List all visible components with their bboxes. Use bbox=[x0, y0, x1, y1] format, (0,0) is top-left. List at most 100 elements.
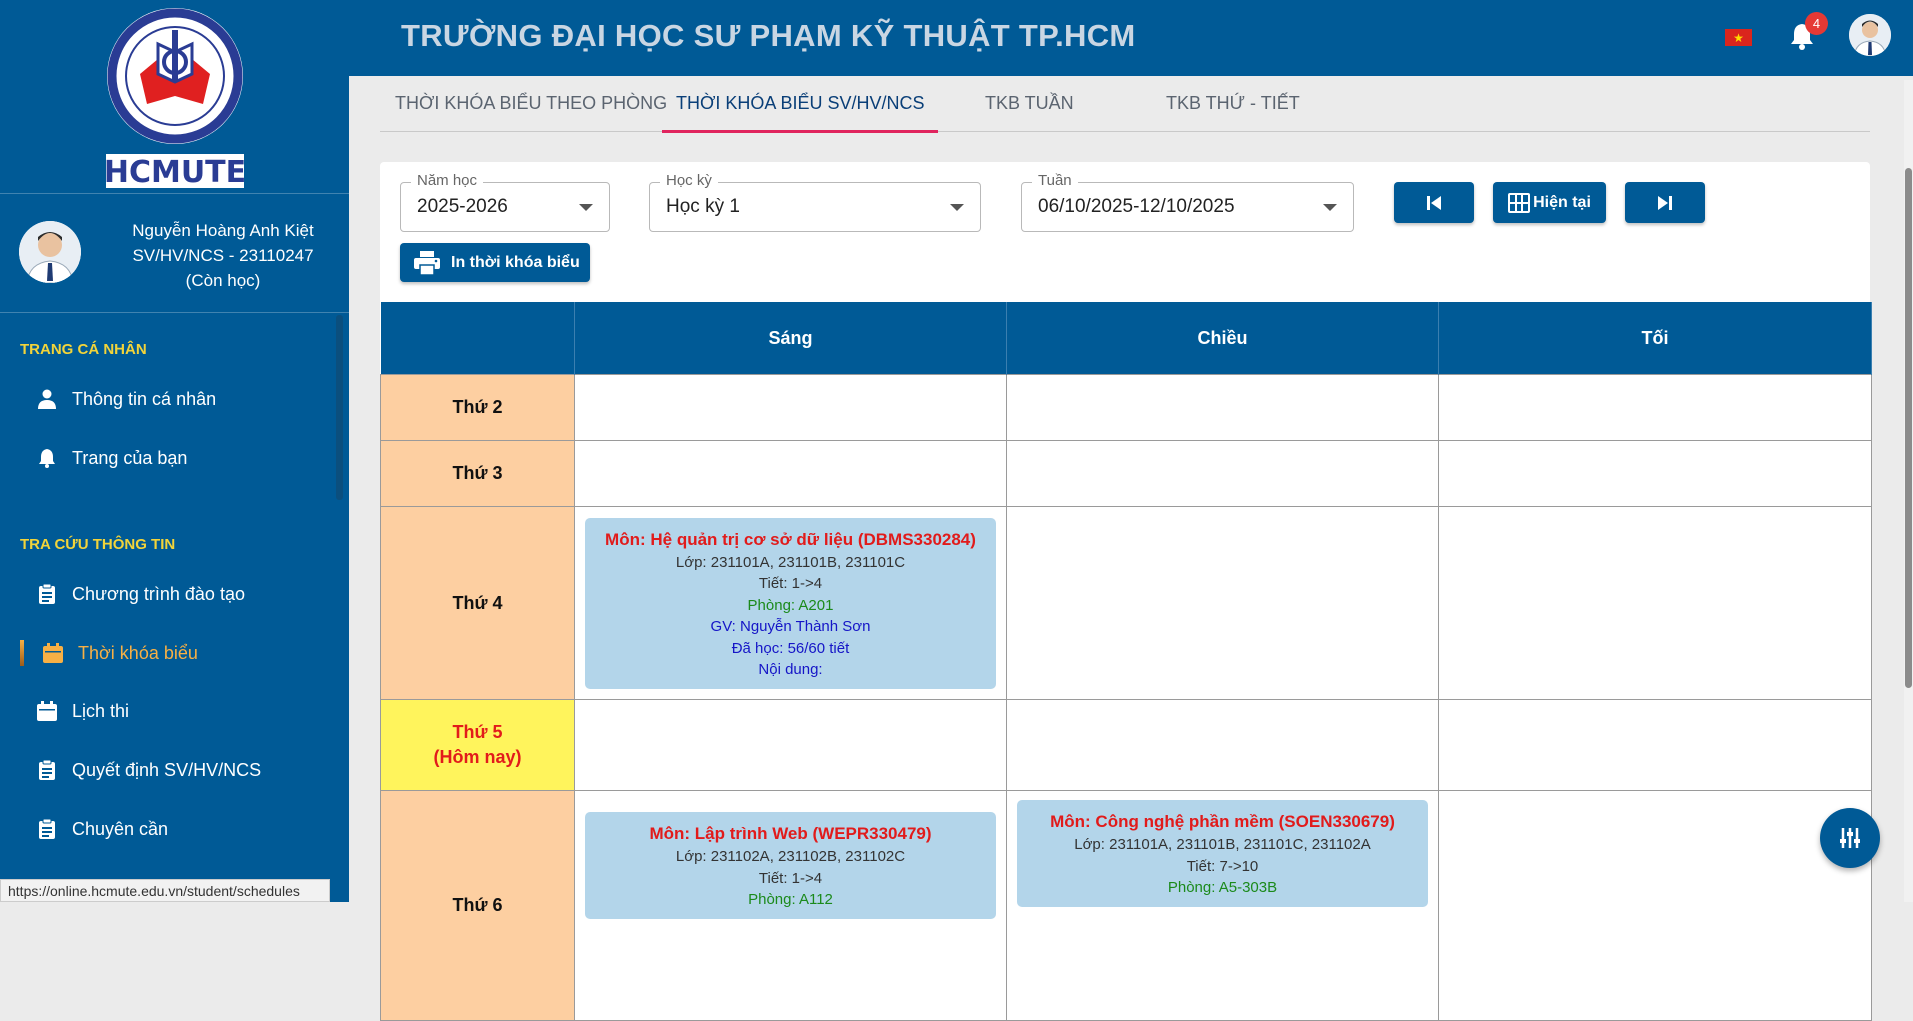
sidebar-item-timetable[interactable]: Thời khóa biểu bbox=[0, 630, 330, 676]
sidebar-item-training-program[interactable]: Chương trình đào tạo bbox=[0, 571, 330, 617]
section-title-personal: TRANG CÁ NHÂN bbox=[20, 341, 147, 358]
class-subject: Môn: Lập trình Web (WEPR330479) bbox=[649, 824, 932, 843]
today-label: (Hôm nay) bbox=[433, 747, 522, 767]
class-groups: Lớp: 231101A, 231101B, 231101C bbox=[675, 553, 906, 571]
sidebar: HCMUTE Nguyễn Hoàng Anh Kiệt SV/HV/NCS -… bbox=[0, 0, 349, 902]
field-value: 2025-2026 bbox=[417, 196, 508, 217]
sidebar-item-personal-info[interactable]: Thông tin cá nhân bbox=[0, 376, 330, 422]
tab-student-timetable[interactable]: THỜI KHÓA BIỂU SV/HV/NCS bbox=[662, 76, 939, 133]
field-label: Năm học bbox=[411, 172, 484, 189]
class-card[interactable]: Môn: Hệ quản trị cơ sở dữ liệu (DBMS3302… bbox=[585, 517, 996, 689]
active-tab-underline bbox=[662, 130, 939, 133]
sliders-icon bbox=[1840, 828, 1860, 848]
tab-week[interactable]: TKB TUẦN bbox=[985, 76, 1074, 131]
sidebar-item-exam-schedule[interactable]: Lịch thi bbox=[0, 688, 330, 734]
previous-week-button[interactable] bbox=[1394, 182, 1474, 223]
field-label: Học kỳ bbox=[660, 172, 718, 189]
day-label-today: Thứ 5 (Hôm nay) bbox=[380, 699, 575, 791]
user-avatar[interactable] bbox=[1849, 14, 1891, 56]
class-groups: Lớp: 231101A, 231101B, 231101C, 231102A bbox=[1074, 836, 1371, 853]
schedule-cell bbox=[574, 374, 1007, 441]
class-groups: Lớp: 231102A, 231102B, 231102C bbox=[675, 848, 906, 865]
printer-icon bbox=[414, 250, 440, 275]
table-row: Thứ 5 (Hôm nay) bbox=[380, 699, 1872, 791]
profile-name: Nguyễn Hoàng Anh Kiệt bbox=[132, 221, 314, 240]
profile-status: (Còn học) bbox=[185, 271, 261, 290]
chevron-down-icon bbox=[950, 204, 964, 211]
vietnam-flag-icon[interactable]: ★ bbox=[1725, 29, 1752, 46]
schedule-cell bbox=[574, 699, 1007, 791]
sidebar-item-label: Thông tin cá nhân bbox=[72, 388, 217, 409]
class-periods: Tiết: 1->4 bbox=[758, 575, 823, 592]
notification-badge: 4 bbox=[1805, 12, 1828, 35]
scrollbar-thumb[interactable] bbox=[1905, 168, 1912, 688]
tab-day-period[interactable]: TKB THỨ - TIẾT bbox=[1166, 76, 1300, 131]
print-timetable-button[interactable]: In thời khóa biểu bbox=[400, 243, 590, 282]
class-progress: Đã học: 56/60 tiết bbox=[731, 639, 850, 657]
tab-bar: THỜI KHÓA BIỂU THEO PHÒNG THỜI KHÓA BIỂU… bbox=[380, 76, 1870, 133]
class-room: Phòng: A201 bbox=[747, 596, 834, 614]
current-button-label: Hiện tại bbox=[1533, 193, 1591, 211]
sidebar-item-attendance[interactable]: Chuyên cần bbox=[0, 806, 330, 852]
page-scrollbar[interactable] bbox=[1904, 80, 1913, 902]
class-subject: Môn: Công nghệ phần mềm (SOEN330679) bbox=[1050, 812, 1395, 831]
tab-label: TKB THỨ - TIẾT bbox=[1166, 93, 1300, 113]
class-room: Phòng: A5-303B bbox=[1167, 879, 1278, 896]
schedule-cell bbox=[1006, 374, 1439, 441]
class-card[interactable]: Môn: Lập trình Web (WEPR330479) Lớp: 231… bbox=[585, 812, 996, 919]
clipboard-icon bbox=[36, 759, 58, 781]
avatar[interactable] bbox=[19, 221, 81, 283]
class-periods: Tiết: 1->4 bbox=[758, 869, 823, 887]
class-subject: Môn: Hệ quản trị cơ sở dữ liệu (DBMS3302… bbox=[605, 529, 976, 549]
tab-label: TKB TUẦN bbox=[985, 93, 1074, 113]
page-title: TRƯỜNG ĐẠI HỌC SƯ PHẠM KỸ THUẬT TP.HCM bbox=[401, 18, 1136, 53]
schedule-cell bbox=[1438, 374, 1872, 441]
current-week-button[interactable]: Hiện tại bbox=[1493, 182, 1606, 223]
grid-icon bbox=[1508, 192, 1531, 213]
timetable: Sáng Chiều Tối Thứ 2 Thứ 3 Thứ 4 Môn: Hệ… bbox=[380, 302, 1872, 1021]
chevron-down-icon bbox=[1323, 204, 1337, 211]
sidebar-item-label: Quyết định SV/HV/NCS bbox=[72, 759, 262, 780]
year-select[interactable]: Năm học 2025-2026 bbox=[400, 172, 610, 232]
sidebar-item-label: Chương trình đào tạo bbox=[72, 583, 245, 604]
table-row: Thứ 6 Môn: Lập trình Web (WEPR330479) Lớ… bbox=[380, 790, 1872, 1021]
logo-text: HCMUTE bbox=[103, 155, 245, 190]
sidebar-item-label: Lịch thi bbox=[72, 700, 130, 721]
next-week-button[interactable] bbox=[1625, 182, 1705, 223]
sidebar-item-your-page[interactable]: Trang của bạn bbox=[0, 435, 330, 481]
clipboard-icon bbox=[36, 583, 58, 605]
sidebar-item-label: Thời khóa biểu bbox=[78, 642, 198, 663]
print-button-label: In thời khóa biểu bbox=[451, 253, 580, 271]
sidebar-item-label: Chuyên cần bbox=[72, 818, 169, 839]
schedule-cell bbox=[574, 440, 1007, 507]
table-row: Thứ 3 bbox=[380, 440, 1872, 507]
top-header: TRƯỜNG ĐẠI HỌC SƯ PHẠM KỸ THUẬT TP.HCM ★… bbox=[349, 0, 1913, 76]
bell-icon bbox=[36, 447, 58, 469]
day-label: Thứ 3 bbox=[380, 440, 575, 507]
class-card[interactable]: Môn: Công nghệ phần mềm (SOEN330679) Lớp… bbox=[1017, 800, 1428, 907]
column-header-evening: Tối bbox=[1438, 302, 1872, 375]
settings-fab[interactable] bbox=[1820, 808, 1880, 868]
sidebar-item-decisions[interactable]: Quyết định SV/HV/NCS bbox=[0, 747, 330, 793]
day-label: Thứ 2 bbox=[380, 374, 575, 441]
person-icon bbox=[36, 388, 58, 410]
sidebar-scrollbar[interactable] bbox=[336, 315, 343, 500]
calendar-icon bbox=[36, 700, 58, 722]
profile-id: SV/HV/NCS - 23110247 bbox=[132, 246, 314, 265]
calendar-icon bbox=[42, 642, 64, 664]
week-select[interactable]: Tuần 06/10/2025-12/10/2025 bbox=[1021, 172, 1354, 232]
hcmute-logo[interactable]: HCMUTE bbox=[100, 4, 250, 190]
field-label: Tuần bbox=[1032, 172, 1078, 189]
schedule-cell bbox=[1006, 506, 1439, 700]
schedule-cell bbox=[1438, 699, 1872, 791]
schedule-cell bbox=[1006, 440, 1439, 507]
column-header-morning: Sáng bbox=[574, 302, 1007, 375]
field-value: 06/10/2025-12/10/2025 bbox=[1038, 196, 1235, 217]
schedule-cell: Môn: Công nghệ phần mềm (SOEN330679) Lớp… bbox=[1006, 790, 1439, 1021]
column-header-afternoon: Chiều bbox=[1006, 302, 1439, 375]
sidebar-item-label: Trang của bạn bbox=[72, 447, 188, 468]
tab-room-timetable[interactable]: THỜI KHÓA BIỂU THEO PHÒNG bbox=[395, 76, 667, 131]
profile-card: Nguyễn Hoàng Anh Kiệt SV/HV/NCS - 231102… bbox=[0, 194, 349, 313]
schedule-cell: Môn: Lập trình Web (WEPR330479) Lớp: 231… bbox=[574, 790, 1007, 1021]
semester-select[interactable]: Học kỳ Học kỳ 1 bbox=[649, 172, 981, 232]
